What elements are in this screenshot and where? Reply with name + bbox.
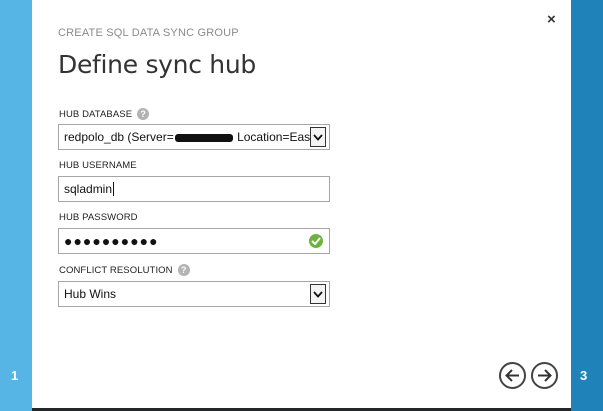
next-button[interactable] <box>531 362 558 389</box>
redacted-server-name <box>174 133 233 142</box>
hub-database-value: redpolo_db (Server= Location=East <box>64 130 310 144</box>
close-icon[interactable]: × <box>547 12 556 28</box>
help-icon[interactable]: ? <box>137 108 150 120</box>
hub-database-value-end: Location=East <box>233 130 310 144</box>
hub-database-label-text: HUB DATABASE <box>59 108 133 120</box>
chevron-down-icon[interactable] <box>310 127 326 147</box>
chevron-down-icon[interactable] <box>310 284 326 304</box>
hub-username-input[interactable]: sqladmin <box>58 176 330 202</box>
arrow-right-icon <box>538 369 552 382</box>
wizard-header: CREATE SQL DATA SYNC GROUP <box>58 27 239 39</box>
wizard-dialog: × CREATE SQL DATA SYNC GROUP Define sync… <box>32 0 571 408</box>
hub-password-label: HUB PASSWORD <box>59 212 138 223</box>
hub-password-input[interactable]: ●●●●●●●●●● <box>58 228 330 254</box>
page-title: Define sync hub <box>58 50 256 79</box>
conflict-resolution-select[interactable]: Hub Wins <box>58 281 330 307</box>
hub-database-value-start: redpolo_db (Server= <box>64 130 174 144</box>
hub-password-label-text: HUB PASSWORD <box>59 212 138 223</box>
hub-username-value: sqladmin <box>64 182 113 196</box>
conflict-resolution-value: Hub Wins <box>64 287 117 301</box>
check-circle-icon <box>309 234 323 248</box>
hub-database-select[interactable]: redpolo_db (Server= Location=East <box>58 124 330 150</box>
step-indicator-next[interactable] <box>571 0 603 411</box>
hub-password-value: ●●●●●●●●●● <box>64 233 159 249</box>
previous-button[interactable] <box>499 362 526 389</box>
step-indicator-previous[interactable] <box>0 0 32 411</box>
text-cursor <box>113 182 115 196</box>
conflict-resolution-label: CONFLICT RESOLUTION ? <box>59 264 190 276</box>
step-number-next[interactable]: 3 <box>580 368 587 383</box>
conflict-resolution-label-text: CONFLICT RESOLUTION <box>59 264 173 276</box>
arrow-left-icon <box>505 369 519 382</box>
hub-username-label: HUB USERNAME <box>59 160 137 171</box>
step-number-previous[interactable]: 1 <box>11 368 18 383</box>
hub-database-label: HUB DATABASE ? <box>59 108 150 120</box>
hub-username-label-text: HUB USERNAME <box>59 160 137 171</box>
help-icon[interactable]: ? <box>177 264 190 276</box>
